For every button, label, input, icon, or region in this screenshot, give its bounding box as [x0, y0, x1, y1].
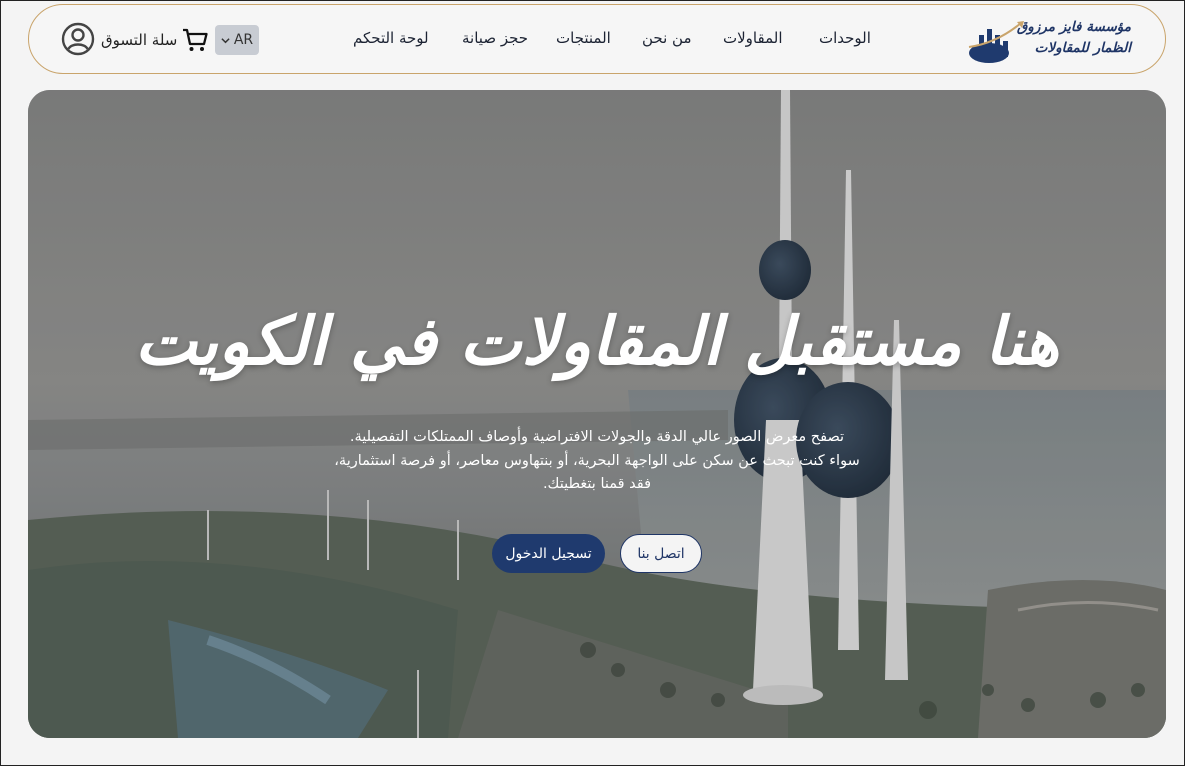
- contact-us-button[interactable]: اتصل بنا: [620, 534, 702, 573]
- logo-line-2: الظمار للمقاولات: [1034, 40, 1131, 56]
- nav-units[interactable]: الوحدات: [819, 29, 871, 47]
- nav-about[interactable]: من نحن: [642, 29, 692, 47]
- company-logo[interactable]: مؤسسة فايز مرزوق الظمار للمقاولات: [967, 15, 1131, 67]
- hero-desc-line-1: تصفح معرض الصور عالي الدقة والجولات الاف…: [349, 429, 845, 445]
- top-navbar: سلة التسوق AR لوحة التحكم حجز صيانة المن…: [28, 4, 1166, 74]
- nav-dashboard[interactable]: لوحة التحكم: [353, 29, 429, 47]
- hero-description: تصفح معرض الصور عالي الدقة والجولات الاف…: [28, 426, 1166, 497]
- hero-desc-line-3: فقد قمنا بتغطيتك.: [542, 476, 652, 492]
- hero-overlay: [28, 90, 1166, 738]
- hero-desc-line-2: سواء كنت تبحث عن سكن على الواجهة البحرية…: [334, 452, 860, 469]
- nav-products[interactable]: المنتجات: [556, 29, 611, 47]
- nav-contracting[interactable]: المقاولات: [723, 29, 783, 47]
- hero-title: هنا مستقبل المقاولات في الكويت: [134, 302, 1060, 380]
- hero-section: هنا مستقبل المقاولات في الكويت تصفح معرض…: [28, 90, 1166, 738]
- logo-text: مؤسسة فايز مرزوق الظمار للمقاولات: [1017, 17, 1131, 59]
- logo-line-1: مؤسسة فايز مرزوق: [1016, 19, 1131, 35]
- nav-maintenance-booking[interactable]: حجز صيانة: [462, 29, 528, 47]
- login-button[interactable]: تسجيل الدخول: [492, 534, 605, 573]
